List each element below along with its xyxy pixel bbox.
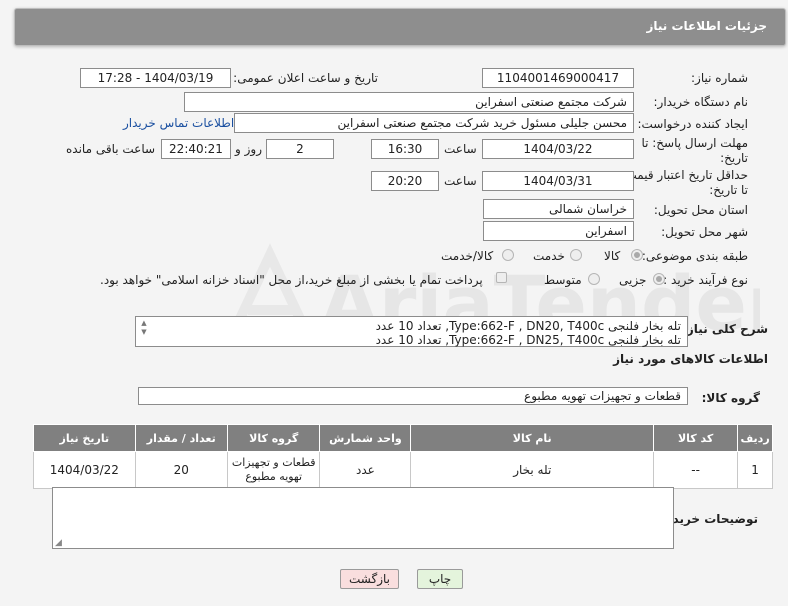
response-deadline-label-1: مهلت ارسال پاسخ: تا	[641, 136, 748, 150]
remaining-time-field: 22:40:21	[161, 139, 231, 159]
header-bar: جزئیات اطلاعات نیاز	[14, 8, 786, 46]
category-service-label: خدمت	[533, 249, 565, 263]
requester-label: ایجاد کننده درخواست:	[637, 117, 748, 131]
cell-unit: عدد	[319, 451, 412, 489]
cell-name: تله بخار	[410, 451, 655, 489]
province-label: استان محل تحویل:	[653, 203, 748, 217]
cell-code: --	[653, 451, 739, 489]
col-name: نام کالا	[410, 424, 655, 452]
description-label: شرح کلی نیاز:	[682, 322, 768, 336]
process-type-label: نوع فرآیند خرید :	[663, 273, 748, 287]
process-minor-radio[interactable]	[653, 273, 665, 285]
province-field: خراسان شمالی	[483, 199, 634, 219]
category-goods-radio[interactable]	[631, 249, 643, 261]
response-date-field: 1404/03/22	[482, 139, 634, 159]
page-title: جزئیات اطلاعات نیاز	[646, 19, 767, 33]
back-button[interactable]: بازگشت	[340, 569, 399, 589]
category-goods-service-label: کالا/خدمت	[441, 249, 494, 263]
description-line-2: تله بخار فلنجی Type:662-F , DN25, T400c,…	[375, 333, 681, 347]
announce-datetime-field: 1404/03/19 - 17:28	[80, 68, 231, 88]
buyer-org-label: نام دستگاه خریدار:	[653, 95, 749, 109]
process-medium-radio[interactable]	[588, 273, 600, 285]
price-validity-time-field: 20:20	[371, 171, 439, 191]
goods-table-header: ردیف کد کالا نام کالا واحد شمارش گروه کا…	[33, 424, 773, 452]
cell-qty: 20	[134, 451, 228, 489]
buyer-contact-link[interactable]: اطلاعات تماس خریدار	[123, 116, 234, 130]
city-label: شهر محل تحویل:	[661, 225, 748, 239]
description-line-1: تله بخار فلنجی Type:662-F , DN20, T400c,…	[375, 319, 681, 333]
category-goods-service-radio[interactable]	[502, 249, 514, 261]
goods-group-label: گروه کالا:	[701, 391, 760, 405]
price-validity-label-2: تا تاریخ:	[709, 183, 748, 197]
need-number-field: 1104001469000417	[482, 68, 634, 88]
col-code: کد کالا	[653, 424, 739, 452]
price-validity-label-1: حداقل تاریخ اعتبار قیمت:	[621, 168, 748, 182]
cell-group: قطعات و تجهیزات تهویه مطبوع	[226, 451, 321, 489]
goods-group-field: قطعات و تجهیزات تهویه مطبوع	[138, 387, 688, 405]
print-button[interactable]: چاپ	[417, 569, 463, 589]
announce-datetime-label: تاریخ و ساعت اعلان عمومی:	[233, 71, 378, 85]
price-validity-time-label: ساعت	[444, 174, 477, 188]
requester-field: محسن جلیلی مسئول خرید شرکت مجتمع صنعتی ا…	[234, 113, 634, 133]
col-row: ردیف	[737, 424, 773, 452]
treasury-payment-checkbox[interactable]	[496, 272, 507, 283]
cell-row: 1	[737, 451, 773, 489]
goods-section-title: اطلاعات کالاهای مورد نیاز	[613, 352, 768, 366]
need-number-label: شماره نیاز:	[691, 71, 748, 85]
days-and-label: روز و	[235, 142, 262, 156]
city-field: اسفراین	[483, 221, 634, 241]
col-group: گروه کالا	[226, 424, 321, 452]
remaining-time-label: ساعت باقی مانده	[66, 142, 156, 156]
buyer-org-field: شرکت مجتمع صنعتی اسفراین	[184, 92, 634, 112]
category-service-radio[interactable]	[570, 249, 582, 261]
response-time-field: 16:30	[371, 139, 439, 159]
col-qty: تعداد / مقدار	[134, 424, 228, 452]
buyer-notes-textarea[interactable]: ◢	[52, 487, 674, 549]
table-row: 1 -- تله بخار عدد قطعات و تجهیزات تهویه …	[33, 451, 773, 489]
resize-handle-icon[interactable]: ◢	[55, 538, 62, 548]
price-validity-date-field: 1404/03/31	[482, 171, 634, 191]
textarea-scroll-arrows[interactable]: ▲ ▼	[139, 319, 149, 341]
treasury-payment-note: پرداخت تمام یا بخشی از مبلغ خرید،از محل …	[100, 273, 483, 287]
process-minor-label: جزیی	[619, 273, 647, 287]
col-unit: واحد شمارش	[319, 424, 412, 452]
description-textarea[interactable]: ▲ ▼ تله بخار فلنجی Type:662-F , DN20, T40…	[135, 316, 688, 347]
response-deadline-label-2: تاریخ:	[720, 151, 748, 165]
response-time-label: ساعت	[444, 142, 477, 156]
col-date: تاریخ نیاز	[33, 424, 136, 452]
process-medium-label: متوسط	[544, 273, 582, 287]
goods-table: ردیف کد کالا نام کالا واحد شمارش گروه کا…	[33, 424, 773, 489]
category-goods-label: کالا	[604, 249, 621, 263]
cell-date: 1404/03/22	[33, 451, 136, 489]
category-label: طبقه بندی موضوعی:	[641, 249, 748, 263]
remaining-days-field: 2	[266, 139, 334, 159]
